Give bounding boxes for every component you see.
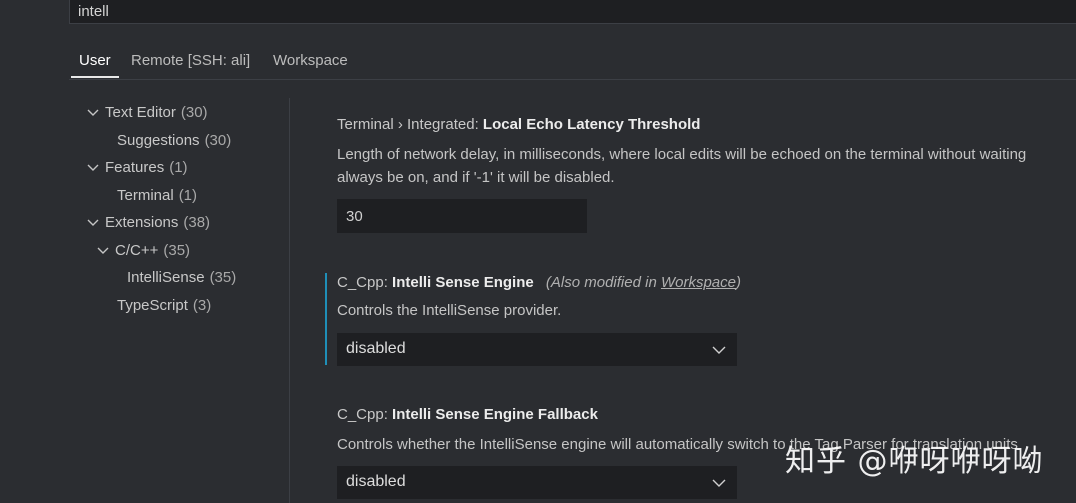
select-value: disabled	[346, 340, 406, 357]
setting-category: Terminal › Integrated:	[337, 116, 483, 133]
setting-title: Terminal › Integrated: Local Echo Latenc…	[337, 114, 1076, 136]
tab-remote[interactable]: Remote [SSH: ali]	[131, 52, 250, 69]
toc-count: (3)	[192, 296, 212, 314]
setting-description: Length of network delay, in milliseconds…	[337, 143, 1076, 189]
toc-item-typescript[interactable]: TypeScript (3)	[117, 294, 211, 316]
latency-threshold-field[interactable]	[337, 199, 587, 233]
toc-count: (1)	[178, 186, 198, 204]
select-value: disabled	[346, 473, 406, 490]
setting-title: C_Cpp: Intelli Sense Engine Fallback	[337, 404, 1076, 426]
toc-count: (30)	[204, 131, 232, 149]
intellisense-engine-fallback-select[interactable]: disabled	[337, 466, 737, 499]
setting-name: Intelli Sense Engine	[392, 274, 534, 291]
modified-prefix: (Also modified in	[545, 274, 661, 291]
intellisense-engine-select[interactable]: disabled	[337, 333, 737, 366]
setting-title: C_Cpp: Intelli Sense Engine (Also modifi…	[337, 272, 1076, 294]
toc-label: IntelliSense	[127, 268, 205, 286]
toc-item-features[interactable]: Features (1)	[85, 156, 188, 178]
toc-count: (30)	[180, 103, 208, 121]
modified-in-workspace-link[interactable]: Workspace	[661, 274, 736, 291]
setting-category: C_Cpp:	[337, 406, 393, 423]
modified-indicator	[325, 273, 327, 365]
toc-item-cpp[interactable]: C/C++ (35)	[95, 239, 190, 261]
chevron-down-icon	[87, 109, 99, 116]
watermark: 知乎 @咿呀咿呀呦	[785, 444, 1044, 479]
chevron-down-icon	[712, 346, 726, 354]
toc-item-extensions[interactable]: Extensions (38)	[85, 211, 210, 233]
modified-in-note: (Also modified in Workspace)	[546, 274, 741, 291]
latency-threshold-input[interactable]	[338, 200, 576, 232]
setting-category: C_Cpp:	[337, 274, 393, 291]
toc-label: Extensions	[105, 213, 179, 231]
toc-item-text-editor[interactable]: Text Editor (30)	[85, 101, 208, 123]
setting-description-line: always be on, and if '-1' it will be dis…	[337, 169, 615, 186]
modified-suffix: )	[736, 274, 741, 291]
tab-workspace[interactable]: Workspace	[273, 52, 348, 69]
chevron-down-icon	[87, 164, 99, 171]
toc-divider	[289, 98, 290, 503]
setting-description: Controls the IntelliSense provider.	[337, 302, 562, 319]
setting-intellisense-engine: C_Cpp: Intelli Sense Engine (Also modifi…	[337, 272, 1076, 366]
toc-count: (35)	[163, 241, 191, 259]
setting-name: Local Echo Latency Threshold	[482, 116, 701, 133]
toc-count: (35)	[209, 268, 237, 286]
toc-label: TypeScript	[117, 296, 188, 314]
chevron-down-icon	[712, 479, 726, 487]
settings-scope-tabs: User Remote [SSH: ali] Workspace	[0, 40, 1076, 80]
toc-label: C/C++	[115, 241, 159, 259]
toc-label: Suggestions	[117, 131, 200, 149]
chevron-down-icon	[97, 247, 109, 254]
settings-search-input[interactable]	[78, 0, 678, 22]
settings-editor: User Remote [SSH: ali] Workspace Text Ed…	[0, 0, 1076, 503]
toc-item-terminal[interactable]: Terminal (1)	[117, 184, 197, 206]
tabs-divider	[69, 79, 1076, 80]
toc-item-suggestions[interactable]: Suggestions (30)	[117, 129, 231, 151]
toc-item-intellisense[interactable]: IntelliSense (35)	[127, 266, 236, 288]
toc-count: (1)	[169, 158, 188, 176]
settings-search-box[interactable]	[69, 0, 1076, 24]
toc-count: (38)	[183, 213, 211, 231]
tab-user[interactable]: User	[79, 52, 111, 69]
setting-description-line: Length of network delay, in milliseconds…	[337, 146, 1027, 163]
setting-name: Intelli Sense Engine Fallback	[392, 406, 598, 423]
active-tab-indicator	[71, 76, 119, 78]
toc-label: Text Editor	[105, 103, 176, 121]
toc-label: Features	[105, 158, 165, 176]
setting-local-echo-latency-threshold: Terminal › Integrated: Local Echo Latenc…	[337, 114, 1076, 233]
toc-label: Terminal	[117, 186, 174, 204]
chevron-down-icon	[87, 219, 99, 226]
